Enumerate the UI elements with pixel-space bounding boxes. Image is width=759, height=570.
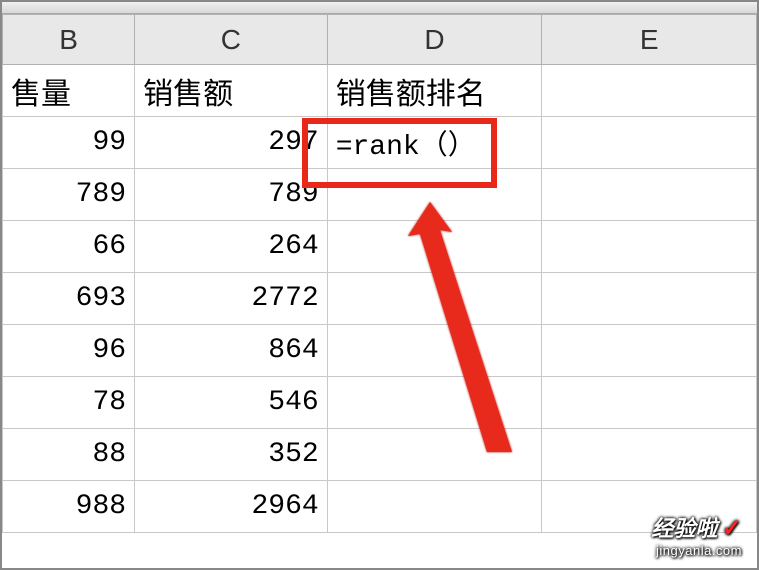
cell-header-E[interactable] [542,65,757,117]
cell[interactable]: 864 [135,325,328,377]
cell[interactable] [542,429,757,481]
watermark: 经验啦 ✓ jingyanla.com [651,511,742,558]
cell-header-C[interactable]: 销售额 [135,65,328,117]
table-row: 693 2772 [3,273,757,325]
cell[interactable] [327,481,542,533]
cell[interactable] [327,169,542,221]
cell[interactable]: 297 [135,117,328,169]
cell[interactable] [327,273,542,325]
cell[interactable] [542,273,757,325]
cell[interactable]: 789 [3,169,135,221]
watermark-text: 经验啦 [651,516,717,541]
table-row: 78 546 [3,377,757,429]
cell[interactable]: 66 [3,221,135,273]
cell[interactable]: 78 [3,377,135,429]
cell[interactable] [327,221,542,273]
cell[interactable]: 99 [3,117,135,169]
cell[interactable] [327,325,542,377]
window-top-bar [2,2,757,14]
cell-header-B[interactable]: 售量 [3,65,135,117]
cell[interactable]: 988 [3,481,135,533]
header-row: 售量 销售额 销售额排名 [3,65,757,117]
column-header-row: B C D E [3,15,757,65]
watermark-url: jingyanla.com [651,543,742,558]
cell[interactable]: 264 [135,221,328,273]
cell[interactable]: 2964 [135,481,328,533]
table-row: 96 864 [3,325,757,377]
col-header-C[interactable]: C [135,15,328,65]
table-row: 99 297 =rank（） [3,117,757,169]
cell[interactable] [542,221,757,273]
cell[interactable]: 789 [135,169,328,221]
col-header-E[interactable]: E [542,15,757,65]
cell[interactable]: 96 [3,325,135,377]
cell[interactable]: 2772 [135,273,328,325]
spreadsheet-grid[interactable]: B C D E 售量 销售额 销售额排名 99 297 =rank（） 789 … [2,14,757,533]
cell[interactable]: 88 [3,429,135,481]
cell[interactable]: 546 [135,377,328,429]
cell[interactable]: 693 [3,273,135,325]
watermark-check-icon: ✓ [722,515,742,542]
cell[interactable] [327,377,542,429]
cell-header-D[interactable]: 销售额排名 [327,65,542,117]
col-header-D[interactable]: D [327,15,542,65]
cell[interactable]: 352 [135,429,328,481]
cell[interactable] [542,377,757,429]
cell[interactable] [327,429,542,481]
table-row: 988 2964 [3,481,757,533]
formula-cell[interactable]: =rank（） [327,117,542,169]
cell[interactable] [542,325,757,377]
cell[interactable] [542,117,757,169]
table-row: 88 352 [3,429,757,481]
table-row: 789 789 [3,169,757,221]
cell[interactable] [542,169,757,221]
table-row: 66 264 [3,221,757,273]
col-header-B[interactable]: B [3,15,135,65]
